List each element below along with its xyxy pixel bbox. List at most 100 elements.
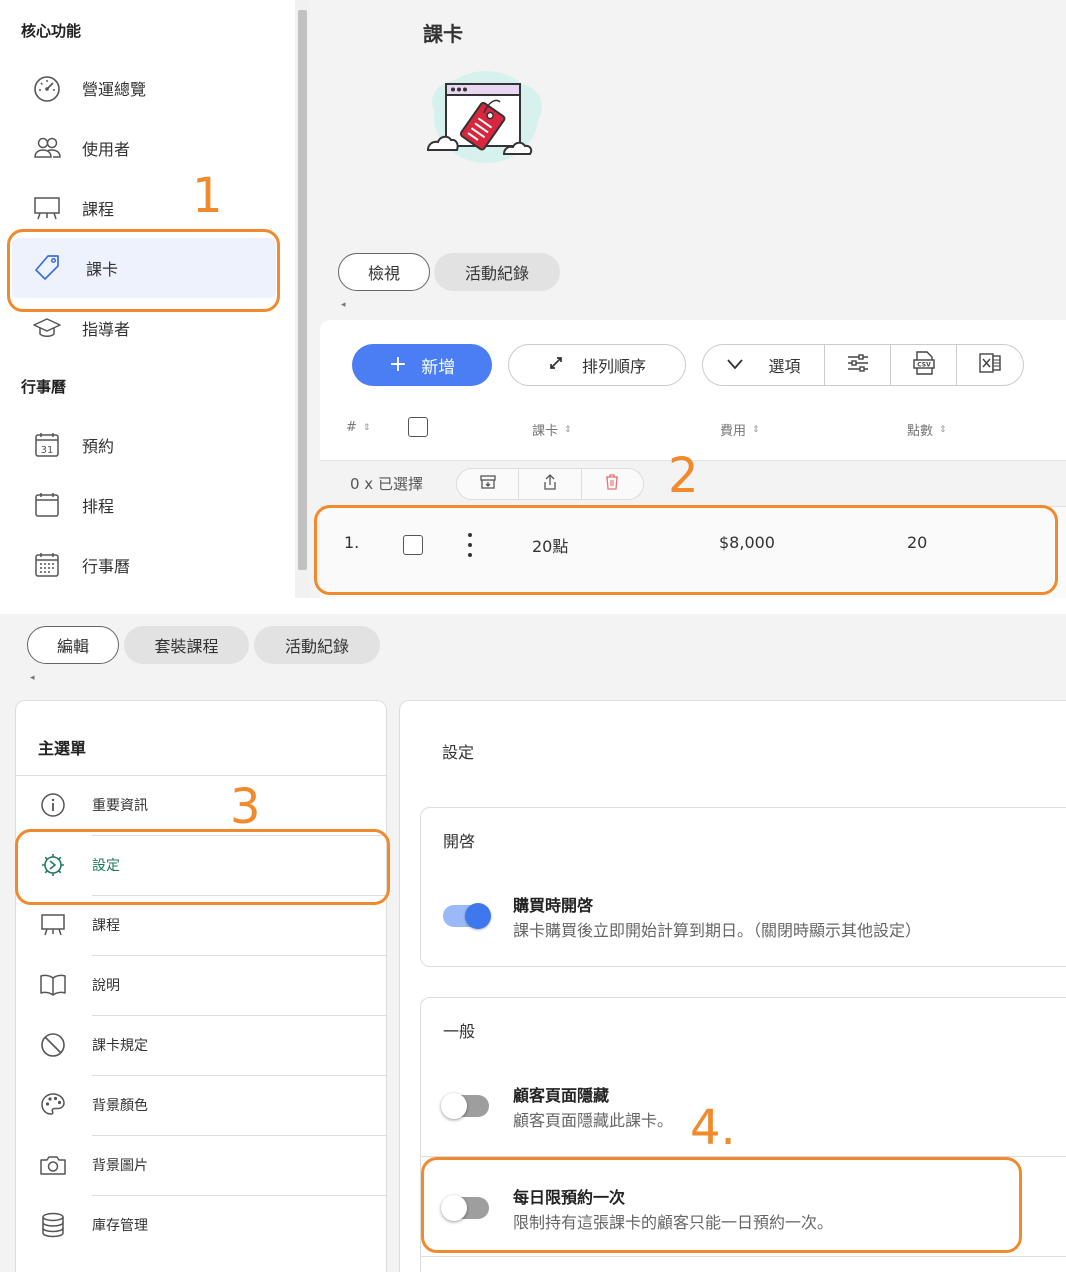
divider bbox=[421, 1256, 1066, 1257]
divider bbox=[421, 1156, 1066, 1157]
export-csv-button[interactable]: CSV bbox=[891, 345, 957, 385]
settings-group-title: 一般 bbox=[443, 1022, 476, 1041]
column-header-points[interactable]: 點數 ⇕ bbox=[907, 420, 947, 439]
menu-item-important-info[interactable]: 重要資訊 bbox=[16, 775, 386, 835]
annotation-number-4: 4. bbox=[690, 1100, 736, 1156]
row-index: 1. bbox=[344, 533, 360, 552]
sort-icon: ⇕ bbox=[564, 424, 572, 435]
setting-title: 購買時開啓 bbox=[513, 896, 594, 915]
settings-group-activation: 開啓 購買時開啓 課卡購買後立即開始計算到期日。（關閉時顯示其他設定） bbox=[420, 807, 1066, 967]
archive-icon bbox=[479, 473, 497, 495]
menu-item-settings[interactable]: 設定 bbox=[16, 835, 386, 895]
setting-title: 顧客頁面隱藏 bbox=[513, 1086, 610, 1105]
menu-item-label: 課卡規定 bbox=[92, 1038, 148, 1054]
options-dropdown-button[interactable]: 選項 bbox=[703, 345, 825, 385]
row-checkbox[interactable] bbox=[403, 535, 423, 555]
menu-item-label: 課程 bbox=[92, 918, 120, 934]
sidebar-item-schedule[interactable]: 排程 bbox=[12, 475, 276, 535]
hide-on-customer-page-toggle[interactable] bbox=[441, 1093, 489, 1119]
sort-icon: ⇕ bbox=[752, 424, 760, 435]
annotation-number-3: 3 bbox=[230, 779, 261, 835]
sort-icon: ⇕ bbox=[362, 422, 371, 433]
table-actions-group: 選項 CSV bbox=[702, 344, 1024, 386]
sidebar-item-courses[interactable]: 課程 bbox=[12, 178, 276, 238]
row-card-name: 20點 bbox=[532, 537, 569, 556]
row-more-icon[interactable] bbox=[466, 533, 474, 557]
users-icon bbox=[30, 131, 64, 165]
add-new-button[interactable]: + 新增 bbox=[352, 344, 492, 386]
column-header-card[interactable]: 課卡 ⇕ bbox=[532, 420, 572, 439]
calendar-day-icon: 31 bbox=[30, 428, 64, 462]
row-price: $8,000 bbox=[719, 533, 775, 552]
column-header-index[interactable]: # ⇕ bbox=[346, 420, 370, 435]
settings-group-general: 一般 顧客頁面隱藏 顧客頁面隱藏此課卡。 每日限預約一次 限制持有這張課卡的顧客… bbox=[420, 997, 1066, 1272]
annotation-number-2: 2 bbox=[668, 448, 699, 504]
sidebar-item-label: 排程 bbox=[82, 497, 115, 516]
course-cards-main: 課卡 檢視 活動紀錄 ◂ + 新增 排列順序 選項 CSV # ⇕ 課卡 ⇕ 費… bbox=[310, 0, 1066, 598]
menu-item-background-image[interactable]: 背景圖片 bbox=[16, 1135, 386, 1195]
menu-item-label: 說明 bbox=[92, 978, 120, 994]
chevron-down-icon bbox=[726, 356, 744, 374]
menu-item-courses[interactable]: 課程 bbox=[16, 895, 386, 955]
share-upload-icon bbox=[541, 473, 559, 495]
menu-item-card-rules[interactable]: 課卡規定 bbox=[16, 1015, 386, 1075]
selected-count: 0 x 已選擇 bbox=[350, 475, 423, 493]
scroll-left-icon[interactable]: ◂ bbox=[341, 300, 346, 310]
scroll-left-icon[interactable]: ◂ bbox=[30, 673, 35, 683]
sidebar-item-instructors[interactable]: 指導者 bbox=[12, 298, 276, 358]
share-button[interactable] bbox=[519, 469, 582, 499]
menu-item-label: 背景顏色 bbox=[92, 1098, 148, 1114]
camera-icon bbox=[38, 1150, 68, 1180]
setting-title: 每日限預約一次 bbox=[513, 1188, 626, 1207]
archive-button[interactable] bbox=[457, 469, 520, 499]
main-menu-title: 主選單 bbox=[38, 739, 87, 758]
tab-activity-log[interactable]: 活動紀錄 bbox=[254, 626, 380, 664]
settings-title: 設定 bbox=[442, 743, 475, 762]
graduation-cap-icon bbox=[30, 311, 64, 345]
menu-item-label: 背景圖片 bbox=[92, 1158, 148, 1174]
table-row[interactable]: 1. 20點 $8,000 20 bbox=[320, 506, 1066, 598]
sidebar-item-label: 使用者 bbox=[82, 140, 131, 159]
tab-package-courses[interactable]: 套裝課程 bbox=[124, 626, 249, 664]
menu-item-label: 設定 bbox=[92, 858, 120, 874]
sidebar-item-users[interactable]: 使用者 bbox=[12, 118, 276, 178]
annotation-number-1: 1 bbox=[192, 168, 223, 224]
tab-view[interactable]: 檢視 bbox=[338, 253, 430, 291]
main-menu-card: 主選單 重要資訊 設定 課程 說明 課卡規定 背景顏色 背景圖片 庫存管理 bbox=[15, 700, 387, 1272]
menu-item-background-color[interactable]: 背景顏色 bbox=[16, 1075, 386, 1135]
limit-one-booking-per-day-toggle[interactable] bbox=[441, 1195, 489, 1221]
sidebar-item-overview[interactable]: 營運總覽 bbox=[12, 58, 276, 118]
filter-settings-button[interactable] bbox=[825, 345, 891, 385]
sidebar-scrollbar[interactable] bbox=[295, 0, 310, 598]
activate-on-purchase-toggle[interactable] bbox=[443, 903, 491, 929]
course-card-edit-panel: 編輯 套裝課程 活動紀錄 ◂ 主選單 重要資訊 設定 課程 說明 課卡規定 背景… bbox=[0, 614, 1066, 1272]
bulk-actions-group bbox=[456, 468, 644, 500]
calendar-grid-icon bbox=[30, 548, 64, 582]
delete-button[interactable] bbox=[582, 469, 643, 499]
excel-file-icon bbox=[979, 351, 1001, 379]
palette-icon bbox=[38, 1090, 68, 1120]
column-header-price[interactable]: 費用 ⇕ bbox=[720, 420, 760, 439]
setting-description: 顧客頁面隱藏此課卡。 bbox=[513, 1111, 674, 1130]
select-all-checkbox[interactable] bbox=[408, 417, 428, 437]
tag-icon bbox=[30, 251, 64, 285]
plus-icon: + bbox=[388, 352, 408, 377]
menu-item-label: 庫存管理 bbox=[92, 1218, 148, 1234]
menu-item-inventory[interactable]: 庫存管理 bbox=[16, 1195, 386, 1255]
sidebar-section-calendar-title: 行事曆 bbox=[21, 378, 67, 396]
sidebar-item-label: 預約 bbox=[82, 437, 115, 456]
tab-edit[interactable]: 編輯 bbox=[27, 626, 119, 664]
sidebar-item-course-cards[interactable]: 課卡 bbox=[12, 238, 276, 298]
scrollbar-thumb[interactable] bbox=[298, 10, 307, 570]
sidebar-item-label: 課程 bbox=[82, 200, 115, 219]
menu-item-description[interactable]: 說明 bbox=[16, 955, 386, 1015]
sidebar-item-label: 課卡 bbox=[86, 260, 119, 279]
sidebar-item-calendar[interactable]: 行事曆 bbox=[12, 535, 276, 595]
top-sidebar: 核心功能 營運總覽 使用者 課程 課卡 指導者 行事曆 31 預約 排程 行事曆 bbox=[0, 0, 295, 598]
export-excel-button[interactable] bbox=[957, 345, 1023, 385]
sidebar-item-label: 行事曆 bbox=[82, 557, 131, 576]
sort-order-button[interactable]: 排列順序 bbox=[508, 344, 686, 386]
sort-order-label: 排列順序 bbox=[581, 357, 646, 376]
tab-activity-log[interactable]: 活動紀錄 bbox=[434, 253, 560, 291]
sidebar-item-bookings[interactable]: 31 預約 bbox=[12, 415, 276, 475]
